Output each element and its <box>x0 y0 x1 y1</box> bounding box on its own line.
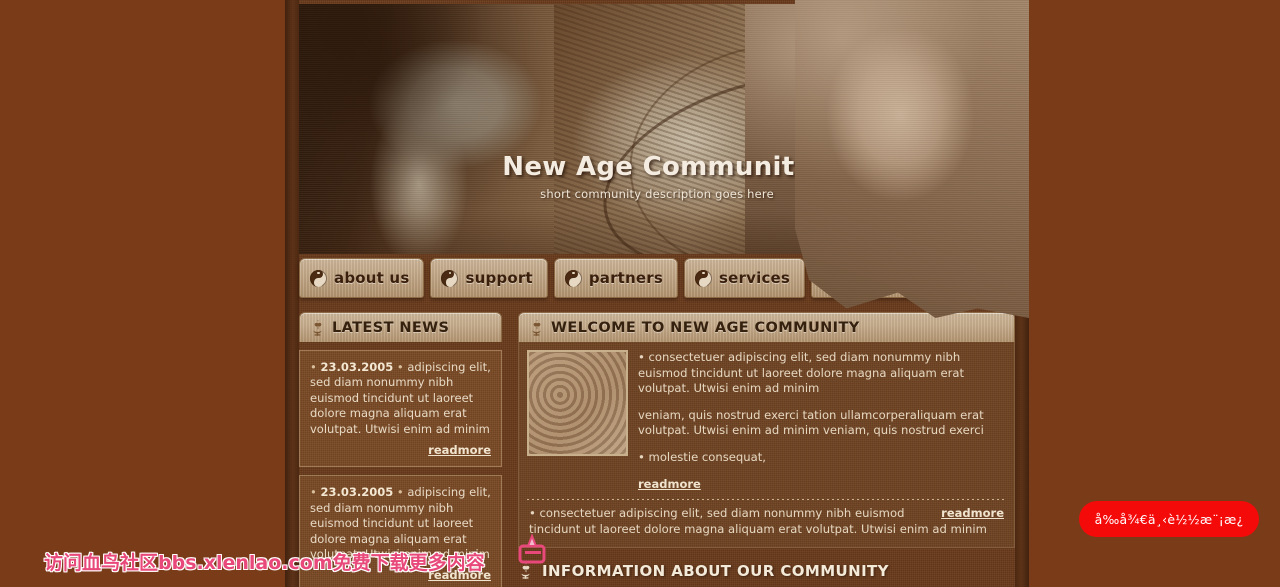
welcome-title: WELCOME TO NEW AGE COMMUNITY <box>551 319 860 336</box>
sidebar: LATEST NEWS • 23.03.2005 • adipiscing el… <box>299 312 502 587</box>
readmore-link[interactable]: readmore <box>638 477 701 491</box>
latest-news-header: LATEST NEWS <box>299 312 502 342</box>
news-separator: • <box>396 360 404 374</box>
nav-label: contact us <box>846 269 937 287</box>
news-item[interactable]: • 23.03.2005 • adipiscing elit, sed diam… <box>299 475 502 587</box>
welcome-paragraph-2: veniam, quis nostrud exerci tation ullam… <box>638 407 984 438</box>
news-bullet: • <box>310 360 317 374</box>
welcome-paragraph-3: • molestie consequat, <box>638 449 766 464</box>
yin-yang-icon <box>441 269 459 287</box>
main-column: WELCOME TO NEW AGE COMMUNITY • consectet… <box>518 312 1015 587</box>
download-template-badge[interactable]: å‰å¾€ä¸‹è½½æ¨¡æ¿ <box>1079 501 1259 537</box>
news-readmore-wrap: readmore <box>310 568 491 583</box>
nav-label: support <box>465 269 533 287</box>
content-area: LATEST NEWS • 23.03.2005 • adipiscing el… <box>299 312 1015 587</box>
welcome-text: • consectetuer adipiscing elit, sed diam… <box>638 350 1006 492</box>
nav-item-services[interactable]: services <box>684 258 806 298</box>
information-title: INFORMATION ABOUT OUR COMMUNITY <box>542 562 889 581</box>
yin-yang-icon <box>822 269 840 287</box>
readmore-link[interactable]: readmore <box>428 443 491 457</box>
news-date: 23.03.2005 <box>320 485 394 500</box>
news-separator: • <box>396 485 404 500</box>
nav-item-partners[interactable]: partners <box>553 258 679 298</box>
welcome-footer: readmore • consectetuer adipiscing elit,… <box>527 506 1006 541</box>
page-root: New Age Community short community descri… <box>0 0 1280 587</box>
welcome-header: WELCOME TO NEW AGE COMMUNITY <box>518 312 1015 342</box>
readmore-link[interactable]: readmore <box>428 568 491 582</box>
fleur-de-lis-icon <box>521 563 530 580</box>
page-right-edge <box>1015 0 1029 587</box>
nav-label: about us <box>334 269 410 287</box>
badge-label: å‰å¾€ä¸‹è½½æ¨¡æ¿ <box>1094 511 1244 527</box>
news-readmore-wrap: readmore <box>310 443 491 458</box>
page-left-edge <box>285 0 299 587</box>
news-bullet: • <box>310 485 317 500</box>
fleur-de-lis-icon <box>532 319 541 336</box>
nav-label: partners <box>588 269 664 287</box>
welcome-paragraph-1: • consectetuer adipiscing elit, sed diam… <box>638 350 965 396</box>
welcome-footer-text: • consectetuer adipiscing elit, sed diam… <box>529 506 987 536</box>
fleur-de-lis-icon <box>313 319 322 336</box>
readmore-link[interactable]: readmore <box>941 506 1004 522</box>
nav-item-about-us[interactable]: about us <box>299 258 425 298</box>
yin-yang-icon <box>695 269 713 287</box>
nav-item-contact-us[interactable]: contact us <box>811 258 952 298</box>
yin-yang-icon <box>310 269 327 287</box>
news-date: 23.03.2005 <box>320 360 394 374</box>
main-navigation: about us support partners services conta… <box>299 258 1015 302</box>
welcome-body: • consectetuer adipiscing elit, sed diam… <box>518 342 1015 549</box>
nav-label: services <box>719 269 791 287</box>
welcome-row: • consectetuer adipiscing elit, sed diam… <box>527 350 1006 492</box>
information-header: INFORMATION ABOUT OUR COMMUNITY <box>518 562 1015 580</box>
nav-item-support[interactable]: support <box>430 258 548 298</box>
welcome-readmore-wrap: readmore <box>638 477 1006 493</box>
banner-grunge-overlay <box>299 4 1015 254</box>
tribal-tattoo-thumbnail <box>527 350 628 456</box>
dotted-separator <box>527 499 1006 501</box>
hero-banner: New Age Community short community descri… <box>299 4 1015 254</box>
yin-yang-icon <box>564 269 582 287</box>
news-item[interactable]: • 23.03.2005 • adipiscing elit, sed diam… <box>299 350 502 468</box>
latest-news-title: LATEST NEWS <box>332 319 450 336</box>
